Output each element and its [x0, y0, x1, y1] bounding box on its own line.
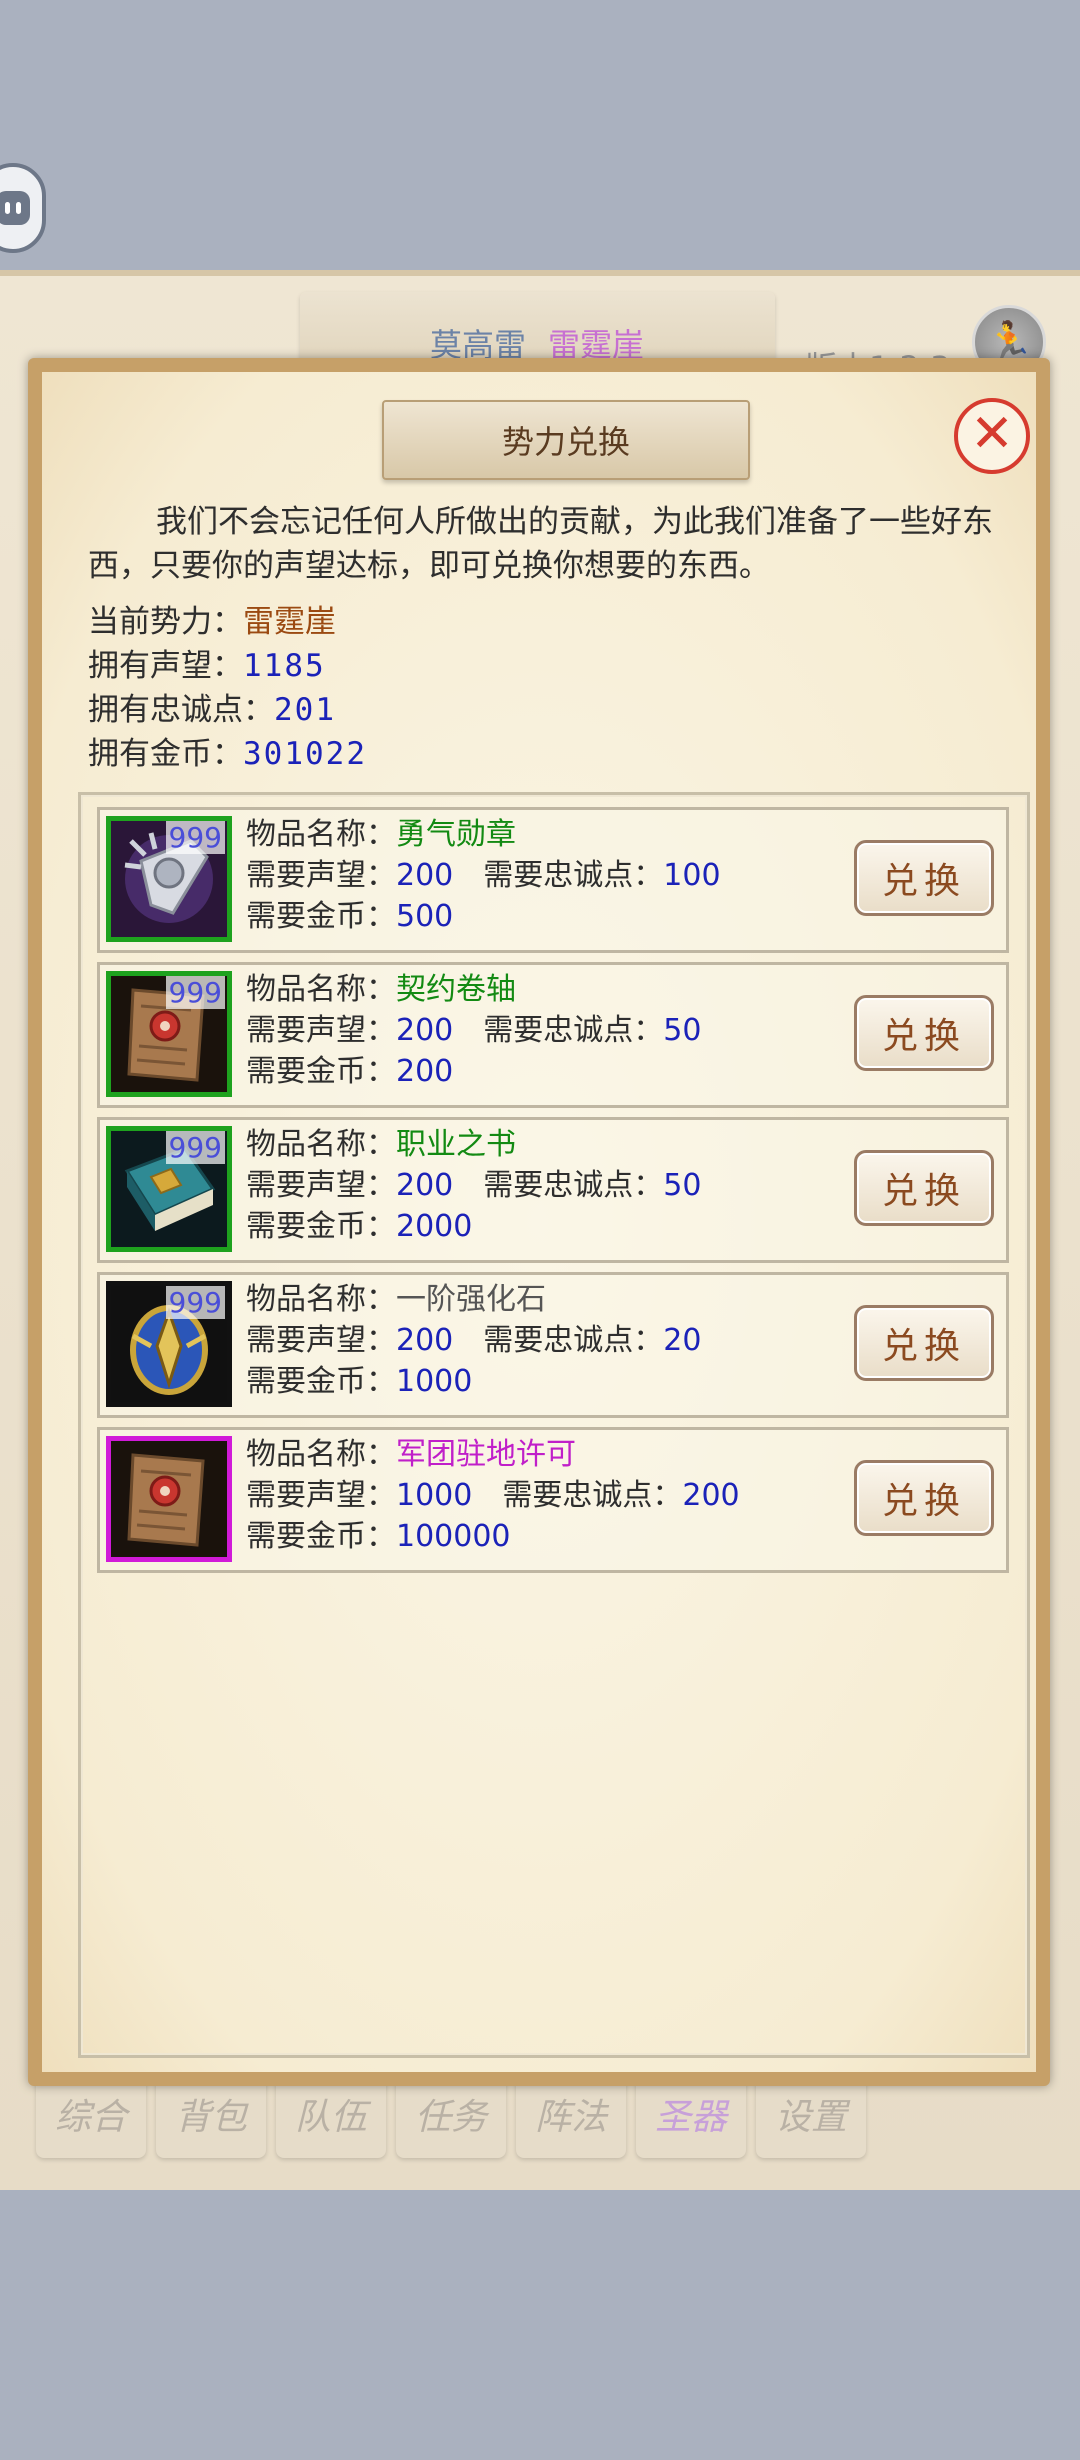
- medal-icon[interactable]: 999: [106, 816, 232, 942]
- faction-value: 雷霆崖: [243, 604, 336, 640]
- need-gold-value: 500: [396, 899, 454, 934]
- redeem-button[interactable]: 兑换: [854, 1150, 994, 1226]
- loyalty-label: 拥有忠诚点：: [88, 692, 274, 728]
- intro-text: 我们不会忘记任何人所做出的贡献，为此我们准备了一些好东西，只要你的声望达标，即可…: [88, 504, 993, 584]
- item-details: 物品名称：职业之书 需要声望：200 需要忠诚点：50 需要金币：2000: [246, 1124, 701, 1247]
- exchange-list: 999 物品名称：勇气勋章 需要声望：200 需要忠诚点：100 需要金币：500…: [78, 792, 1030, 2058]
- need-prestige-value: 200: [396, 1013, 454, 1048]
- scroll-icon[interactable]: 999: [106, 971, 232, 1097]
- item-name-label: 物品名称：: [246, 1437, 396, 1472]
- floating-chat-button[interactable]: [0, 163, 46, 253]
- prestige-label: 拥有声望：: [88, 648, 243, 684]
- item-name: 一阶强化石: [396, 1282, 546, 1317]
- dialog-title: 势力兑换: [382, 400, 750, 480]
- faction-label: 当前势力：: [88, 604, 243, 640]
- need-prestige-label: 需要声望：: [246, 858, 396, 893]
- redeem-button[interactable]: 兑换: [854, 1305, 994, 1381]
- list-item: 999 物品名称：勇气勋章 需要声望：200 需要忠诚点：100 需要金币：500…: [97, 807, 1009, 953]
- need-prestige-label: 需要声望：: [246, 1323, 396, 1358]
- gold-value: 301022: [243, 736, 367, 772]
- need-gold-label: 需要金币：: [246, 1054, 396, 1089]
- need-loyalty-value: 50: [663, 1013, 702, 1048]
- need-prestige-label: 需要声望：: [246, 1013, 396, 1048]
- item-name: 勇气勋章: [396, 817, 516, 852]
- faction-exchange-dialog: 势力兑换 ✕ 我们不会忘记任何人所做出的贡献，为此我们准备了一些好东西，只要你的…: [28, 358, 1050, 2086]
- need-prestige-value: 1000: [396, 1478, 473, 1513]
- chat-face-icon: [0, 191, 30, 225]
- need-loyalty-label: 需要忠诚点：: [483, 1168, 664, 1203]
- list-item: 999 物品名称：一阶强化石 需要声望：200 需要忠诚点：20 需要金币：100…: [97, 1272, 1009, 1418]
- item-details: 物品名称：契约卷轴 需要声望：200 需要忠诚点：50 需要金币：200: [246, 969, 701, 1092]
- item-details: 物品名称：勇气勋章 需要声望：200 需要忠诚点：100 需要金币：500: [246, 814, 721, 937]
- item-name-label: 物品名称：: [246, 1282, 396, 1317]
- player-stats: 当前势力：雷霆崖 拥有声望：1185 拥有忠诚点：201 拥有金币：301022: [88, 600, 367, 776]
- item-name: 职业之书: [396, 1127, 516, 1162]
- need-prestige-value: 200: [396, 1168, 454, 1203]
- need-gold-value: 1000: [396, 1364, 473, 1399]
- item-quantity: 999: [165, 1131, 225, 1164]
- dialog-body: 势力兑换 ✕ 我们不会忘记任何人所做出的贡献，为此我们准备了一些好东西，只要你的…: [42, 372, 1036, 2072]
- need-gold-label: 需要金币：: [246, 899, 396, 934]
- redeem-button[interactable]: 兑换: [854, 995, 994, 1071]
- loyalty-value: 201: [274, 692, 336, 728]
- book-icon[interactable]: 999: [106, 1126, 232, 1252]
- need-loyalty-label: 需要忠诚点：: [483, 858, 664, 893]
- prestige-value: 1185: [243, 648, 326, 684]
- scroll-icon[interactable]: [106, 1436, 232, 1562]
- need-gold-label: 需要金币：: [246, 1209, 396, 1244]
- need-gold-label: 需要金币：: [246, 1519, 396, 1554]
- item-quantity: 999: [165, 1286, 225, 1319]
- need-gold-value: 2000: [396, 1209, 473, 1244]
- item-name: 契约卷轴: [396, 972, 516, 1007]
- item-name-label: 物品名称：: [246, 817, 396, 852]
- emblem-icon[interactable]: 999: [106, 1281, 232, 1407]
- list-item: 物品名称：军团驻地许可 需要声望：1000 需要忠诚点：200 需要金币：1000…: [97, 1427, 1009, 1573]
- need-loyalty-value: 200: [682, 1478, 740, 1513]
- need-gold-label: 需要金币：: [246, 1364, 396, 1399]
- list-item: 999 物品名称：职业之书 需要声望：200 需要忠诚点：50 需要金币：2000…: [97, 1117, 1009, 1263]
- need-prestige-label: 需要声望：: [246, 1168, 396, 1203]
- item-quantity: 999: [165, 976, 225, 1009]
- close-button[interactable]: ✕: [954, 398, 1030, 474]
- need-prestige-label: 需要声望：: [246, 1478, 396, 1513]
- item-details: 物品名称：一阶强化石 需要声望：200 需要忠诚点：20 需要金币：1000: [246, 1279, 701, 1402]
- need-gold-value: 100000: [396, 1519, 511, 1554]
- redeem-button[interactable]: 兑换: [854, 1460, 994, 1536]
- need-loyalty-value: 50: [663, 1168, 702, 1203]
- need-prestige-value: 200: [396, 858, 454, 893]
- need-gold-value: 200: [396, 1054, 454, 1089]
- redeem-button[interactable]: 兑换: [854, 840, 994, 916]
- item-name: 军团驻地许可: [396, 1437, 576, 1472]
- item-name-label: 物品名称：: [246, 972, 396, 1007]
- need-loyalty-label: 需要忠诚点：: [483, 1323, 664, 1358]
- gold-label: 拥有金币：: [88, 736, 243, 772]
- item-name-label: 物品名称：: [246, 1127, 396, 1162]
- item-quantity: 999: [165, 821, 225, 854]
- need-loyalty-label: 需要忠诚点：: [483, 1013, 664, 1048]
- list-item: 999 物品名称：契约卷轴 需要声望：200 需要忠诚点：50 需要金币：200 …: [97, 962, 1009, 1108]
- need-loyalty-label: 需要忠诚点：: [502, 1478, 683, 1513]
- need-loyalty-value: 100: [663, 858, 721, 893]
- need-loyalty-value: 20: [663, 1323, 702, 1358]
- need-prestige-value: 200: [396, 1323, 454, 1358]
- item-details: 物品名称：军团驻地许可 需要声望：1000 需要忠诚点：200 需要金币：1000…: [246, 1434, 740, 1557]
